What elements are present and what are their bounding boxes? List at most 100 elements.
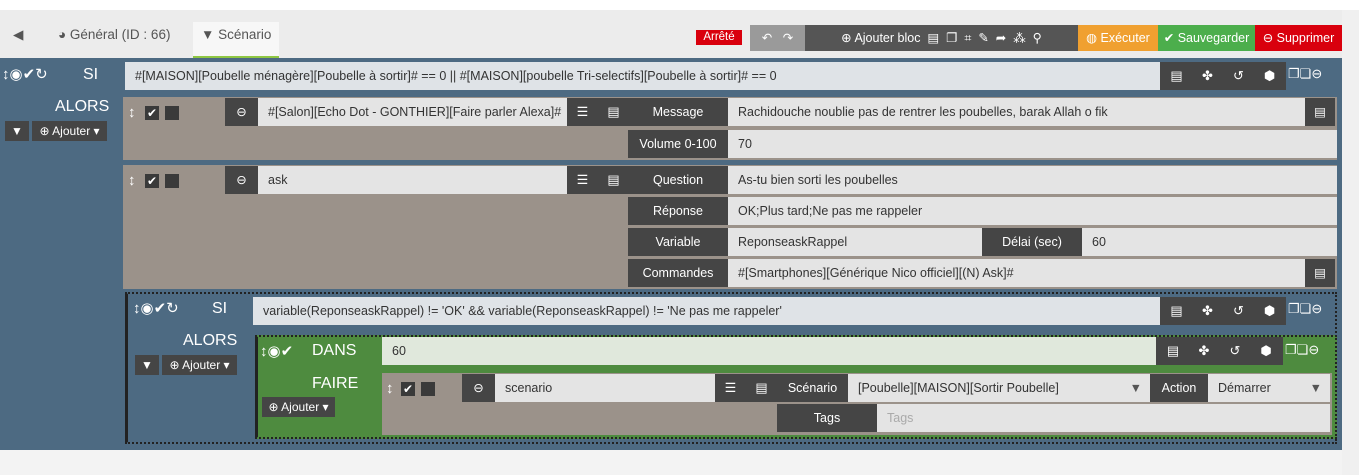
add-button[interactable]: ⊕ Ajouter ▾ — [32, 121, 107, 141]
remove-icon[interactable]: ⊖ — [1311, 66, 1322, 81]
delete-button[interactable]: ⊖ Supprimer — [1255, 25, 1342, 51]
puzzle-icon[interactable]: ✤ — [1189, 337, 1220, 365]
copy-icon[interactable]: ❐ — [1285, 342, 1297, 357]
refresh-icon[interactable]: ↻ — [166, 300, 179, 317]
eye-icon[interactable]: ◉ — [268, 343, 281, 360]
cubes-icon[interactable]: ⁂ — [1013, 31, 1026, 45]
drag-icon[interactable]: ↕ — [386, 380, 394, 397]
edit-icon[interactable]: ✎ — [978, 31, 988, 45]
si-label: SI — [83, 66, 99, 83]
task-list-icon[interactable]: ☰ — [567, 166, 598, 194]
task-list-icon[interactable]: ☰ — [715, 374, 746, 402]
add-button[interactable]: ⊕ Ajouter ▾ — [162, 355, 237, 375]
back-button[interactable]: ◀ — [13, 22, 23, 58]
enable-checkbox[interactable]: ✔ — [145, 106, 159, 120]
template-icon[interactable]: ⌗ — [964, 31, 971, 45]
action-controls: ↕ ✔ — [128, 172, 179, 189]
tab-scenario[interactable]: ▼ Scénario — [193, 22, 280, 58]
drag-icon[interactable]: ↕ — [2, 66, 10, 83]
task-list-icon[interactable]: ☰ — [567, 98, 598, 126]
enable-checkbox[interactable]: ✔ — [401, 382, 415, 396]
enable-checkbox[interactable]: ✔ — [145, 174, 159, 188]
message-list-button[interactable]: ▤ — [1305, 98, 1335, 126]
action-controls: ↕ ✔ — [386, 380, 435, 397]
filter-icon: ▼ — [201, 27, 219, 42]
dans-controls: ↕◉✔ — [260, 342, 293, 360]
list-icon[interactable]: ▤ — [598, 98, 629, 126]
list-icon[interactable]: ▤ — [1161, 297, 1192, 325]
check-icon[interactable]: ✔ — [23, 66, 36, 83]
list-icon[interactable]: ▤ — [746, 374, 777, 402]
question-label: Question — [628, 166, 728, 194]
remove-icon[interactable]: ⊖ — [1308, 342, 1319, 357]
question-input[interactable]: As-tu bien sorti les poubelles — [728, 166, 1337, 194]
eye-icon[interactable]: ◉ — [141, 300, 154, 317]
drag-icon[interactable]: ↕ — [260, 343, 268, 360]
refresh-icon[interactable]: ↻ — [35, 66, 48, 83]
check-icon[interactable]: ✔ — [154, 300, 167, 317]
parallel-checkbox[interactable] — [421, 382, 435, 396]
action-controls: ↕ ✔ — [128, 104, 179, 121]
dans-input[interactable]: 60 — [382, 337, 1156, 365]
copy-icon[interactable]: ❐ — [946, 31, 957, 45]
puzzle-icon[interactable]: ✤ — [1192, 62, 1223, 90]
tags-input[interactable]: Tags — [877, 404, 1330, 432]
response-input[interactable]: OK;Plus tard;Ne pas me rappeler — [728, 197, 1337, 225]
collapse-button[interactable]: ▼ — [5, 121, 29, 141]
undo-icon[interactable]: ↶ — [762, 31, 772, 45]
history-icon[interactable]: ↺ — [1223, 297, 1254, 325]
si-condition-input[interactable]: #[MAISON][Poubelle ménagère][Poubelle à … — [125, 62, 1160, 90]
history-icon[interactable]: ↺ — [1220, 337, 1251, 365]
check-icon[interactable]: ✔ — [281, 343, 294, 360]
parallel-checkbox[interactable] — [165, 174, 179, 188]
copy-icon[interactable]: ❐ — [1288, 66, 1300, 81]
log-icon[interactable]: ▤ — [927, 31, 939, 45]
drag-icon[interactable]: ↕ — [128, 104, 136, 121]
action-label: Action — [1150, 374, 1208, 402]
si-condition-input[interactable]: variable(ReponseaskRappel) != 'OK' && va… — [253, 297, 1160, 325]
puzzle-icon[interactable]: ✤ — [1192, 297, 1223, 325]
cube-icon[interactable]: ⬢ — [1254, 62, 1285, 90]
top-strip — [0, 0, 1359, 10]
cmd-tools: ☰ ▤ — [715, 374, 777, 402]
list-icon[interactable]: ▤ — [598, 166, 629, 194]
command-input[interactable]: #[Salon][Echo Dot - GONTHIER][Faire parl… — [258, 98, 567, 126]
redo-icon[interactable]: ↷ — [783, 31, 793, 45]
paste-icon[interactable]: ❏ — [1300, 301, 1312, 316]
paste-icon[interactable]: ❏ — [1300, 66, 1312, 81]
tab-general[interactable]: ◕ Général (ID : 66) — [58, 22, 170, 58]
share-icon[interactable]: ➦ — [996, 31, 1006, 45]
commands-list-button[interactable]: ▤ — [1305, 259, 1335, 287]
save-button[interactable]: ✔ Sauvegarder — [1158, 25, 1255, 51]
copy-icon[interactable]: ❐ — [1288, 301, 1300, 316]
command-input[interactable]: scenario — [495, 374, 715, 402]
remove-action-button[interactable]: ⊖ — [462, 374, 495, 402]
remove-icon[interactable]: ⊖ — [1311, 301, 1322, 316]
drag-icon[interactable]: ↕ — [133, 300, 141, 317]
scenario-select[interactable]: [Poubelle][MAISON][Sortir Poubelle] ▼ — [848, 374, 1150, 402]
remove-action-button[interactable]: ⊖ — [225, 166, 258, 194]
volume-input[interactable]: 70 — [728, 130, 1337, 158]
add-button[interactable]: ⊕ Ajouter ▾ — [262, 397, 335, 417]
delay-input[interactable]: 60 — [1082, 228, 1337, 256]
variable-input[interactable]: ReponseaskRappel — [728, 228, 982, 256]
list-icon[interactable]: ▤ — [1161, 62, 1192, 90]
search-icon[interactable]: ⚲ — [1033, 31, 1042, 45]
message-input[interactable]: Rachidouche noublie pas de rentrer les p… — [728, 98, 1305, 126]
command-input[interactable]: ask — [258, 166, 567, 194]
cube-icon[interactable]: ⬢ — [1254, 297, 1285, 325]
execute-button[interactable]: ◍ Exécuter — [1078, 25, 1158, 51]
action-select[interactable]: Démarrer ▼ — [1208, 374, 1330, 402]
commands-input[interactable]: #[Smartphones][Générique Nico officiel][… — [728, 259, 1305, 287]
scrollbar[interactable] — [1342, 10, 1359, 475]
remove-action-button[interactable]: ⊖ — [225, 98, 258, 126]
paste-icon[interactable]: ❏ — [1297, 342, 1309, 357]
cube-icon[interactable]: ⬢ — [1251, 337, 1282, 365]
parallel-checkbox[interactable] — [165, 106, 179, 120]
eye-icon[interactable]: ◉ — [10, 66, 23, 83]
add-block-button[interactable]: ⊕ Ajouter bloc — [841, 31, 920, 45]
drag-icon[interactable]: ↕ — [128, 172, 136, 189]
collapse-button[interactable]: ▼ — [135, 355, 159, 375]
list-icon[interactable]: ▤ — [1158, 337, 1189, 365]
history-icon[interactable]: ↺ — [1223, 62, 1254, 90]
